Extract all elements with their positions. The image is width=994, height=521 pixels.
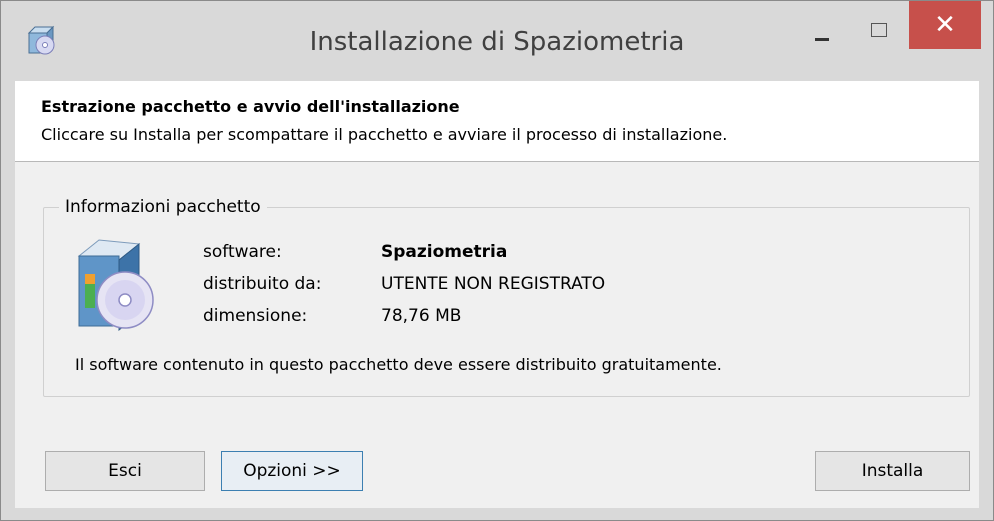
info-value: 78,76 MB <box>381 306 462 326</box>
installer-window: Installazione di Spaziometria ✕ Estrazio… <box>0 0 994 521</box>
info-row-size: dimensione: 78,76 MB <box>203 306 605 338</box>
software-box-cd-icon <box>77 239 154 332</box>
info-label: distribuito da: <box>203 274 322 294</box>
options-button[interactable]: Opzioni >> <box>221 451 363 491</box>
content-area: Informazioni pacchetto software: Spaziom… <box>15 162 979 508</box>
package-info-legend: Informazioni pacchetto <box>59 197 267 217</box>
install-button[interactable]: Installa <box>815 451 970 491</box>
info-label: dimensione: <box>203 306 308 326</box>
exit-button[interactable]: Esci <box>45 451 205 491</box>
header-description: Cliccare su Installa per scompattare il … <box>41 125 728 144</box>
close-icon: ✕ <box>934 10 956 40</box>
title-bar[interactable]: Installazione di Spaziometria ✕ <box>1 1 993 81</box>
close-button[interactable]: ✕ <box>909 1 981 49</box>
package-info-table: software: Spaziometria distribuito da: U… <box>203 242 605 338</box>
info-value: Spaziometria <box>381 242 508 262</box>
info-row-distributor: distribuito da: UTENTE NON REGISTRATO <box>203 274 605 306</box>
maximize-button[interactable] <box>856 15 902 45</box>
minimize-button[interactable] <box>799 21 845 51</box>
info-label: software: <box>203 242 282 262</box>
maximize-icon <box>871 23 887 37</box>
distribution-note: Il software contenuto in questo pacchett… <box>75 355 722 374</box>
info-value: UTENTE NON REGISTRATO <box>381 274 606 294</box>
minimize-icon <box>815 37 829 41</box>
info-row-software: software: Spaziometria <box>203 242 605 274</box>
header-panel: Estrazione pacchetto e avvio dell'instal… <box>15 81 979 162</box>
header-title: Estrazione pacchetto e avvio dell'instal… <box>41 97 460 116</box>
